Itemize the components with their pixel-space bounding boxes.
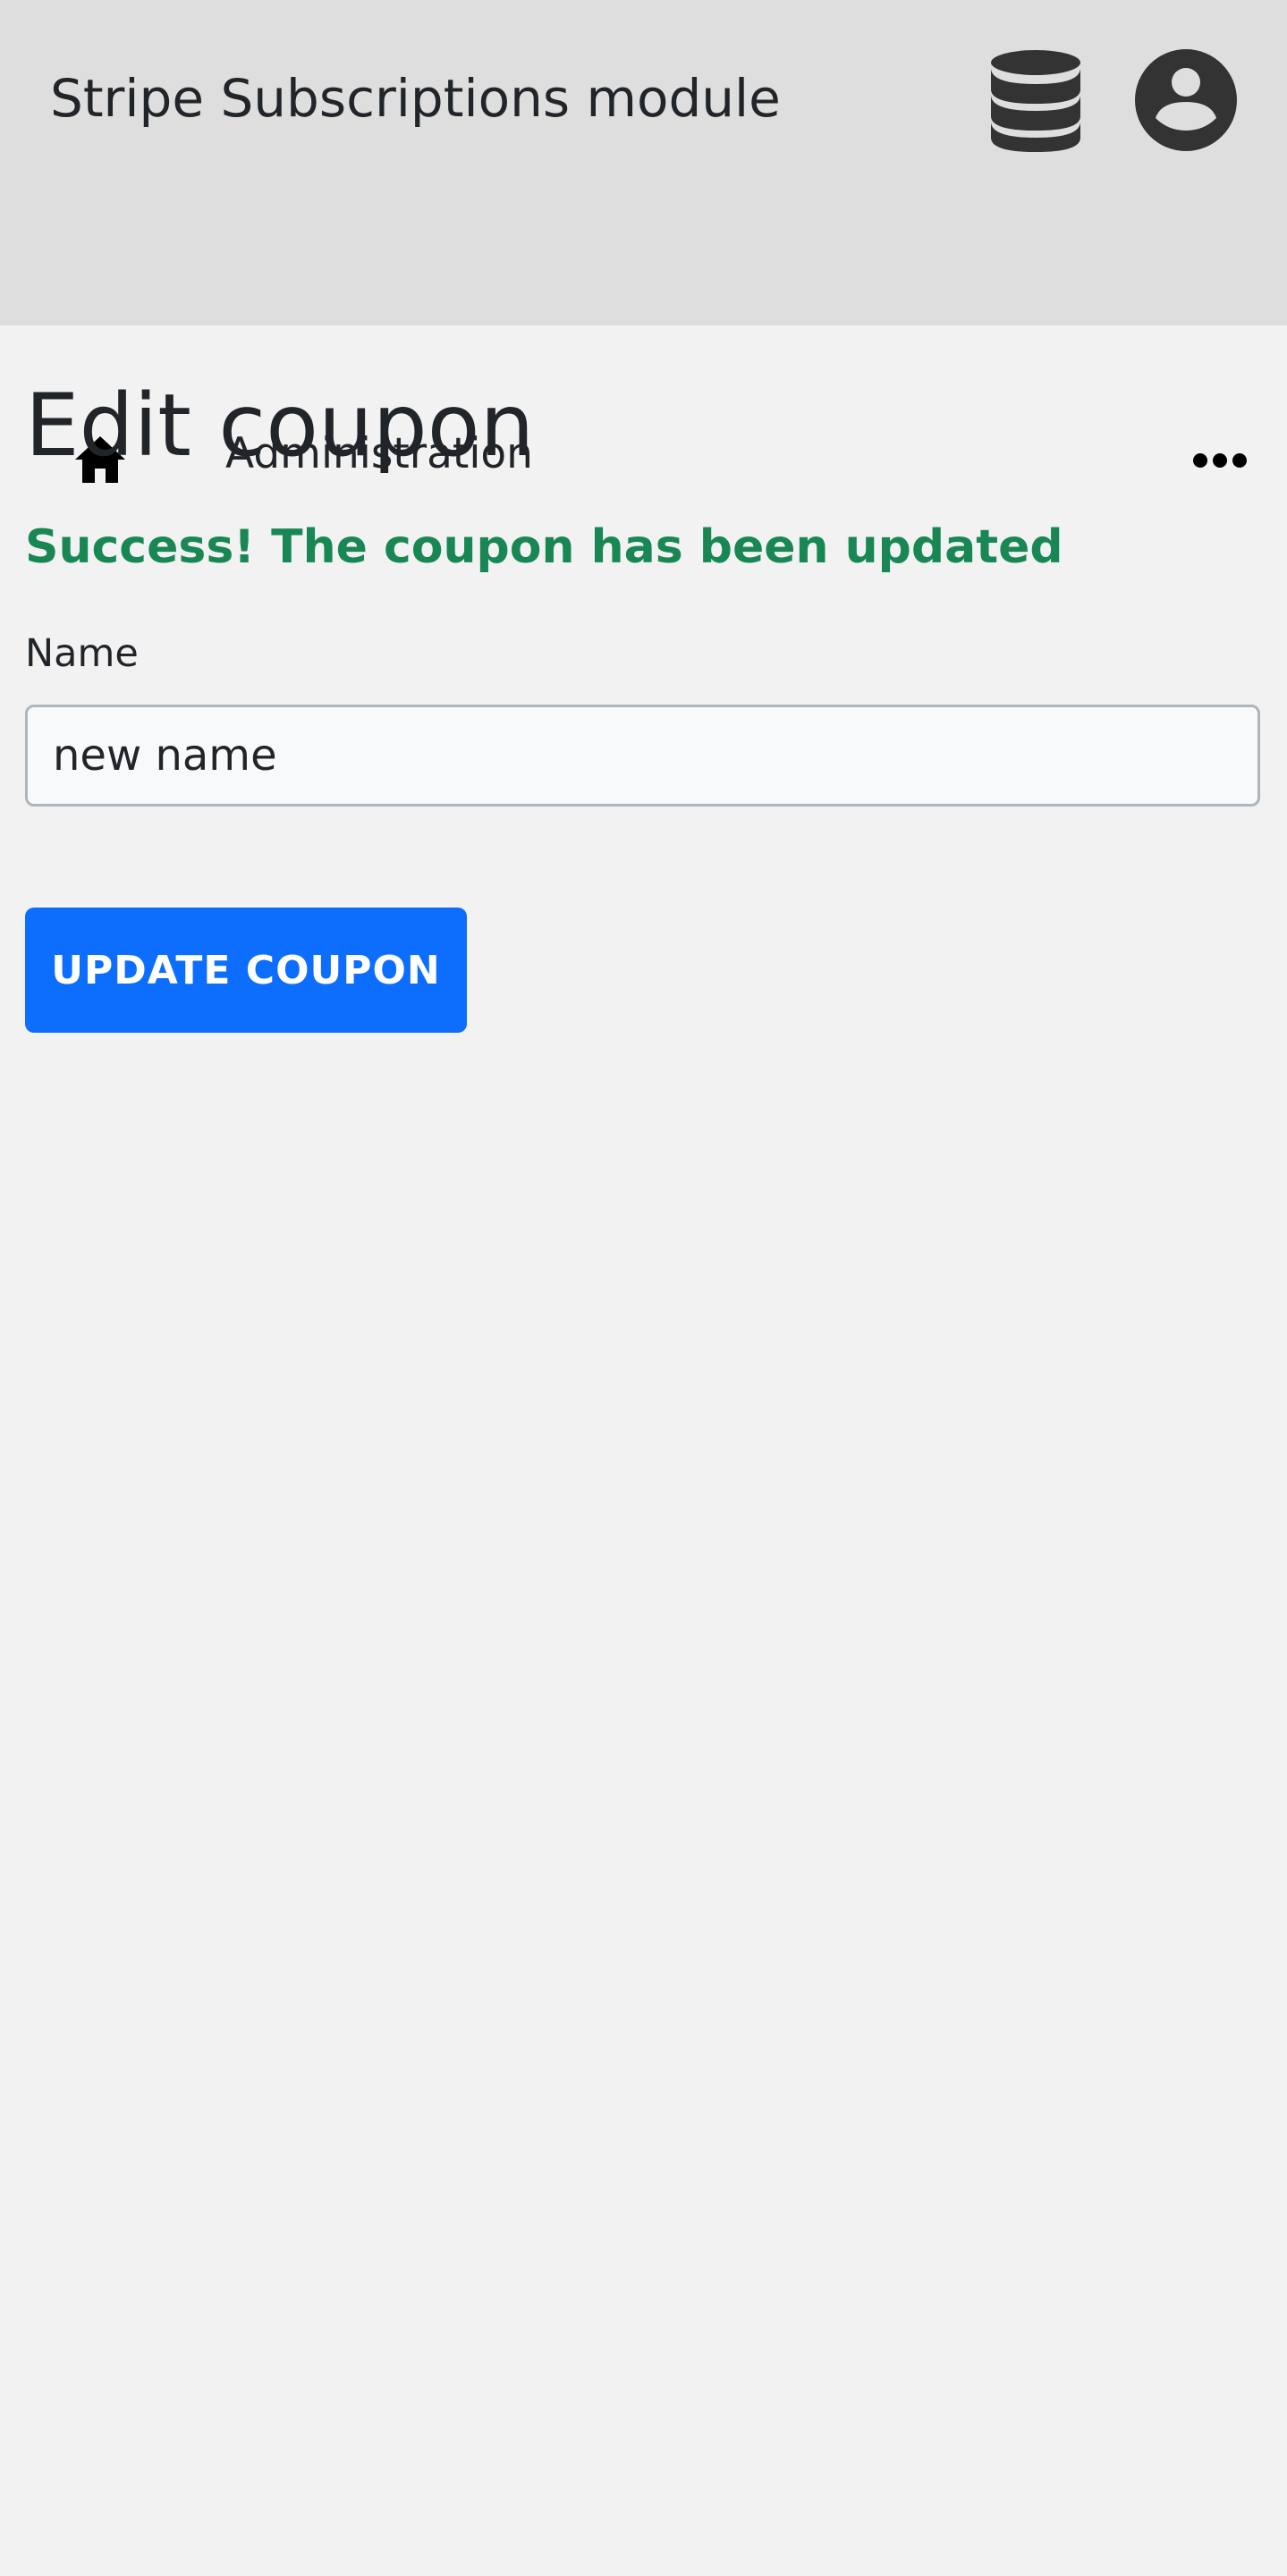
app-title: Stripe Subscriptions module <box>50 68 781 129</box>
update-coupon-button[interactable]: UPDATE COUPON <box>25 908 467 1033</box>
page-title: Edit coupon <box>25 376 535 476</box>
database-icon[interactable] <box>988 48 1083 152</box>
name-input[interactable] <box>25 705 1260 807</box>
nav-bar: Administration <box>0 200 1287 483</box>
name-field-label: Name <box>25 631 139 676</box>
more-horizontal-icon[interactable] <box>1191 451 1249 470</box>
account-circle-icon[interactable] <box>1134 48 1238 152</box>
success-alert: Success! The coupon has been updated <box>25 520 1063 574</box>
top-app-bar: Stripe Subscriptions module <box>0 0 1287 200</box>
